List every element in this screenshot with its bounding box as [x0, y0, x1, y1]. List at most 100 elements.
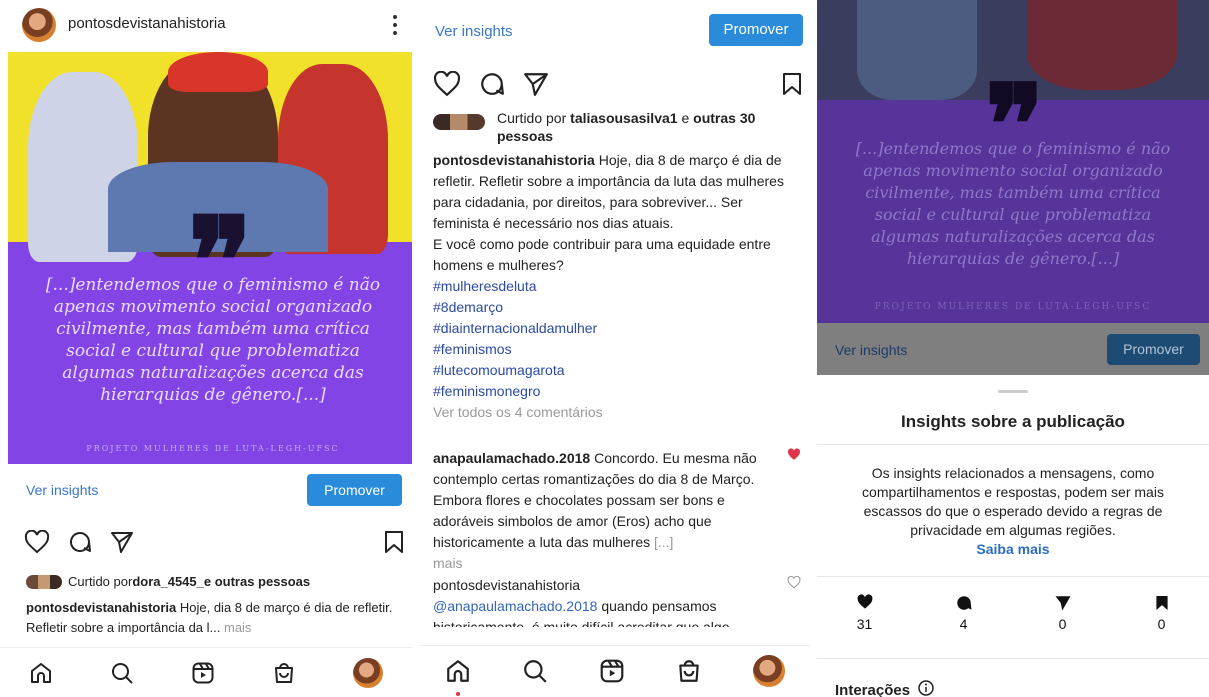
liked-by-user[interactable]: dora_4545_	[132, 574, 204, 589]
more-options-icon[interactable]	[392, 12, 398, 38]
post-caption-panel: Ver insights Promover Curtido por talias…	[419, 0, 810, 697]
hashtag[interactable]: #mulheresdeluta	[433, 276, 793, 297]
comment-username[interactable]: anapaulamachado.2018	[433, 450, 590, 466]
insights-panel: ❞ [...]entendemos que o feminismo é não …	[817, 0, 1209, 697]
comment-icon	[926, 594, 1001, 616]
comment-item: pontosdevistanahistoria @anapaulamachado…	[433, 575, 773, 627]
view-insights-link[interactable]: Ver insights	[26, 482, 98, 498]
sheet-drag-handle[interactable]	[998, 390, 1028, 393]
info-icon[interactable]	[918, 680, 934, 697]
caption-full: pontosdevistanahistoria Hoje, dia 8 de m…	[433, 150, 793, 423]
share-icon[interactable]	[523, 71, 549, 97]
caption-preview: pontosdevistanahistoria Hoje, dia 8 de m…	[26, 598, 406, 638]
comment-icon[interactable]	[479, 71, 505, 97]
post-image[interactable]: ❞ [...]entendemos que o feminismo é não …	[8, 52, 412, 464]
home-icon[interactable]	[445, 658, 471, 696]
privacy-notice: Os insights relacionados a mensagens, co…	[847, 464, 1179, 559]
likes-stat: 31	[827, 594, 902, 632]
bottom-nav	[0, 647, 412, 697]
comment-mention[interactable]: @anapaulamachado.2018	[433, 598, 597, 614]
quote-text: [...]entendemos que o feminismo é não ap…	[45, 275, 381, 405]
view-all-comments-link[interactable]: Ver todos os 4 comentários	[433, 402, 793, 423]
hashtag[interactable]: #8demarço	[433, 297, 793, 318]
sheet-title: Insights sobre a publicação	[901, 412, 1125, 431]
divider	[817, 444, 1209, 445]
quote-credit: PROJETO MULHERES DE LUTA-LEGH-UFSC	[86, 444, 340, 453]
comment-item: anapaulamachado.2018 Concordo. Eu mesma …	[433, 448, 773, 574]
caption-question: E você como pode contribuir para uma equ…	[433, 236, 771, 273]
hashtag[interactable]: #diainternacionaldamulher	[433, 318, 793, 339]
divider	[817, 576, 1209, 577]
screenshot-collage: pontosdevistanahistoria ❞ [...]entendemo…	[0, 0, 1209, 697]
like-heart-icon[interactable]	[24, 530, 50, 554]
active-dot	[455, 691, 460, 696]
likes-count: 31	[856, 616, 873, 632]
divider	[412, 0, 419, 697]
view-insights-link[interactable]: Ver insights	[835, 342, 907, 358]
shop-icon[interactable]	[272, 661, 296, 685]
divider	[810, 0, 817, 697]
insights-bottom-sheet: Insights sobre a publicação Os insights …	[817, 376, 1209, 697]
profile-tab-avatar[interactable]	[752, 654, 785, 687]
liked-by-prefix: Curtido por	[68, 574, 133, 589]
caption-username[interactable]: pontosdevistanahistoria	[433, 152, 595, 168]
shares-stat: 0	[1025, 594, 1100, 632]
liker-avatars	[26, 574, 62, 589]
search-icon[interactable]	[110, 661, 134, 685]
quote-text: [...]entendemos que o feminismo é não ap…	[855, 139, 1171, 268]
insights-stats-row: 31 4 0 0	[817, 594, 1209, 632]
privacy-notice-text: Os insights relacionados a mensagens, co…	[862, 465, 1164, 538]
reels-icon[interactable]	[599, 658, 625, 684]
caption-more-link[interactable]: mais	[220, 620, 251, 635]
search-icon[interactable]	[522, 658, 548, 684]
saves-count: 0	[1157, 616, 1166, 632]
view-insights-link[interactable]: Ver insights	[435, 23, 513, 40]
promote-button[interactable]: Promover	[1107, 334, 1200, 365]
likes-summary[interactable]: Curtido por taliasousasilva1 e outras 30…	[497, 109, 797, 145]
action-bar	[24, 530, 134, 554]
hashtag[interactable]: #feminismos	[433, 339, 793, 360]
learn-more-link[interactable]: Saiba mais	[847, 540, 1179, 559]
bottom-nav	[419, 645, 810, 696]
comment-ellipsis: [...]	[654, 534, 674, 550]
share-icon	[1025, 594, 1100, 616]
shop-icon[interactable]	[676, 658, 702, 684]
likes-summary[interactable]: Curtido por dora_4545_ e outras pessoas	[26, 574, 310, 589]
home-icon[interactable]	[29, 661, 53, 685]
share-icon[interactable]	[110, 530, 134, 554]
liker-avatars	[433, 114, 485, 130]
action-bar	[433, 71, 549, 97]
comments-count: 4	[959, 616, 968, 632]
profile-tab-avatar[interactable]	[353, 657, 384, 688]
like-heart-icon[interactable]	[433, 71, 461, 97]
liked-by-suffix: e outras pessoas	[203, 574, 311, 589]
caption-username[interactable]: pontosdevistanahistoria	[26, 600, 176, 615]
comments-stat: 4	[926, 594, 1001, 632]
bookmark-icon[interactable]	[782, 71, 802, 97]
liked-by-user[interactable]: taliasousasilva1	[570, 110, 677, 126]
dimmed-post-background: ❞ [...]entendemos que o feminismo é não …	[817, 0, 1209, 375]
quote-credit: PROJETO MULHERES DE LUTA-LEGH-UFSC	[874, 302, 1152, 312]
comment-more-link[interactable]: mais	[433, 553, 773, 574]
shares-count: 0	[1058, 616, 1067, 632]
divider	[817, 658, 1209, 659]
comment-icon[interactable]	[68, 530, 92, 554]
heart-icon	[827, 594, 902, 616]
saves-stat: 0	[1124, 594, 1199, 632]
hashtag[interactable]: #lutecomoumagarota	[433, 360, 793, 381]
comment-like-heart-icon[interactable]	[787, 576, 801, 589]
reels-icon[interactable]	[191, 661, 215, 685]
bookmark-icon	[1124, 594, 1199, 616]
profile-avatar[interactable]	[22, 8, 56, 42]
promote-button[interactable]: Promover	[709, 14, 803, 46]
bookmark-icon[interactable]	[384, 530, 404, 554]
post-username[interactable]: pontosdevistanahistoria	[68, 15, 226, 32]
hashtag[interactable]: #feminismonegro	[433, 381, 793, 402]
interactions-header: Interações	[835, 680, 934, 697]
comment-liked-heart-icon[interactable]	[787, 448, 801, 461]
interactions-label: Interações	[835, 681, 911, 697]
comment-username[interactable]: pontosdevistanahistoria	[433, 575, 773, 596]
liked-by-mid: e	[677, 110, 694, 126]
liked-by-prefix: Curtido por	[497, 110, 571, 126]
promote-button[interactable]: Promover	[307, 474, 402, 506]
